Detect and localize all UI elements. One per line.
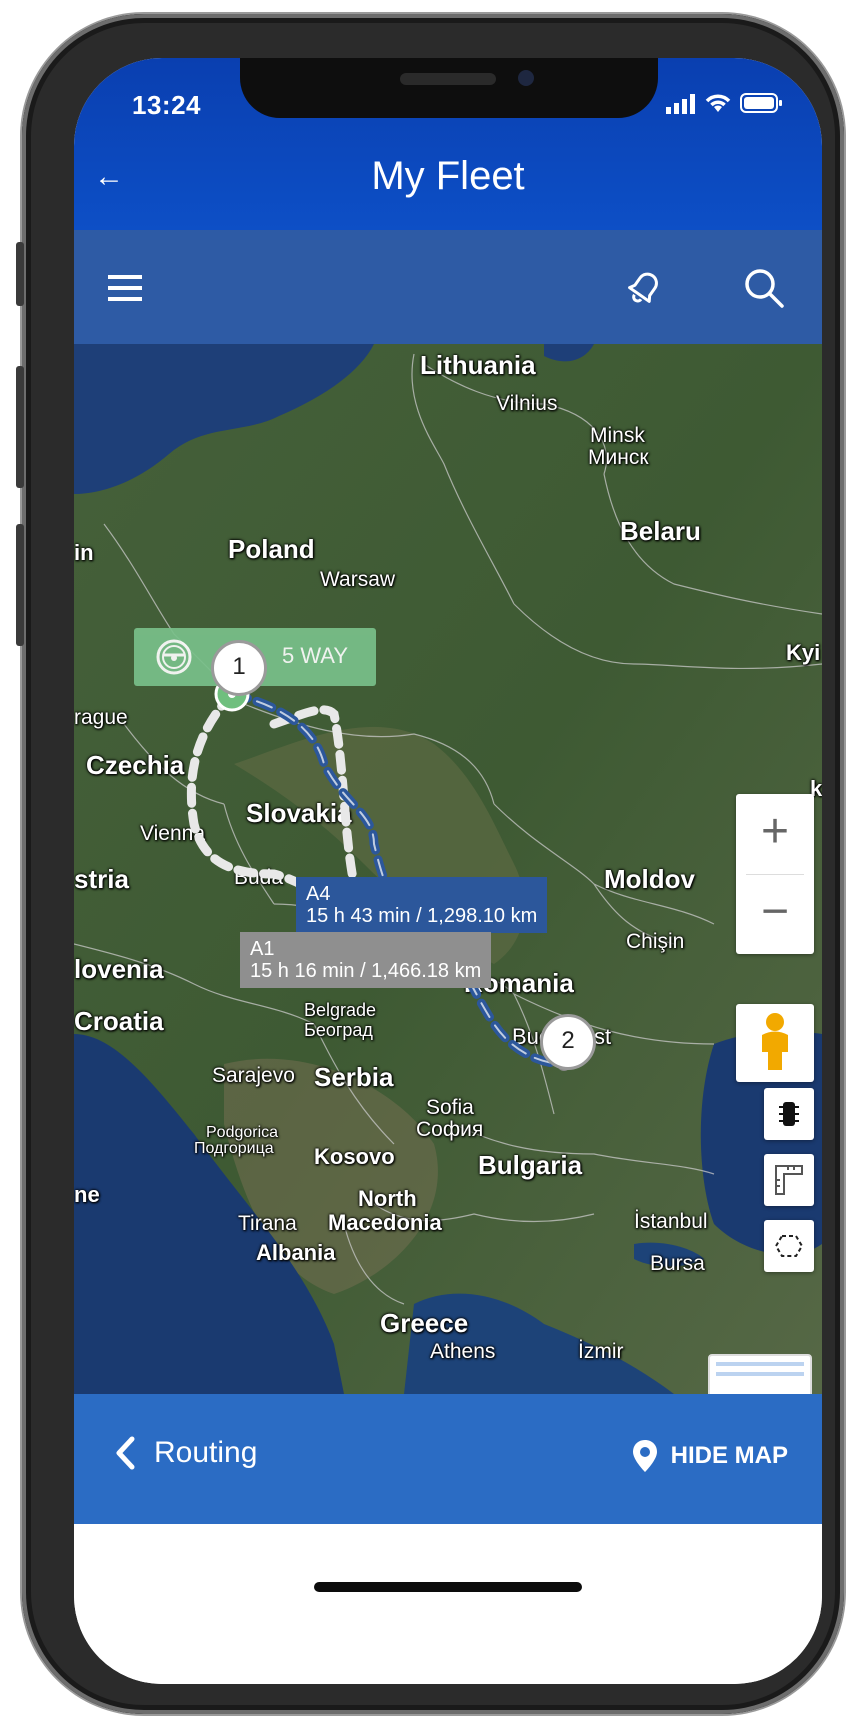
map-label-bursa: Bursa — [650, 1252, 705, 1275]
map-label-kyiv: Kyi — [786, 640, 821, 665]
map-label-belgrade: Belgrade — [304, 1000, 377, 1020]
map-label-chisinau: Chişin — [626, 930, 685, 953]
speaker — [400, 73, 496, 85]
route-a1-tooltip[interactable]: A1 15 h 16 min / 1,466.18 km — [240, 932, 492, 988]
map-label-czechia: Czechia — [86, 750, 185, 780]
map-label-minsk-cyrillic: Минск — [588, 446, 649, 469]
title-row: ← My Fleet — [74, 154, 822, 214]
map-label-vienna: Vienna — [140, 822, 206, 845]
street-view-pegman-icon[interactable] — [736, 1004, 814, 1082]
app-header: 13:24 ← My Fleet — [74, 58, 822, 230]
signal-icon — [666, 94, 695, 114]
map-label-edge-ne: ne — [74, 1182, 100, 1207]
zoom-divider — [746, 874, 804, 875]
page-title: My Fleet — [371, 154, 525, 198]
map-view[interactable]: Lithuania Vilnius Minsk Минск Belaru Pol… — [74, 344, 822, 1394]
bottom-bar: Routing HIDE MAP — [74, 1394, 822, 1524]
location-pin-icon — [632, 1440, 657, 1472]
map-label-croatia: Croatia — [74, 1006, 164, 1036]
status-time: 13:24 — [132, 90, 201, 120]
map-label-moldova: Moldov — [604, 864, 695, 894]
map-label-podgorica-cyrillic: Подгорица — [194, 1140, 274, 1157]
map-label-slovenia: lovenia — [74, 954, 164, 984]
ruler-measure-icon[interactable] — [764, 1154, 814, 1206]
silent-switch — [16, 242, 24, 306]
volume-up-button — [16, 366, 24, 488]
map-label-istanbul: İstanbul — [634, 1210, 708, 1233]
map-label-izmir: İzmir — [578, 1340, 624, 1363]
map-label-albania: Albania — [256, 1240, 336, 1265]
map-label-warsaw: Warsaw — [320, 568, 396, 591]
route-a4-name: A4 — [306, 883, 331, 905]
route-a1-info: 15 h 16 min / 1,466.18 km — [250, 960, 482, 982]
route-a1-name: A1 — [250, 938, 275, 960]
route-a4-tooltip[interactable]: A4 15 h 43 min / 1,298.10 km — [296, 877, 548, 933]
traffic-light-icon[interactable] — [764, 1088, 814, 1140]
hide-map-button[interactable]: HIDE MAP — [632, 1440, 788, 1472]
wifi-icon — [705, 94, 731, 112]
route-start-marker[interactable]: 1 — [211, 640, 267, 696]
zoom-out-button[interactable]: − — [736, 874, 814, 954]
map-label-serbia: Serbia — [314, 1062, 394, 1092]
map-label-sofia-cyrillic: София — [416, 1118, 484, 1141]
status-bar: 13:24 — [74, 58, 822, 120]
zoom-control: + − — [736, 794, 814, 954]
status-icons — [666, 92, 784, 114]
route-a4-info: 15 h 43 min / 1,298.10 km — [306, 905, 538, 927]
notch — [240, 58, 658, 118]
map-label-minsk: Minsk — [590, 424, 645, 447]
map-label-greece: Greece — [380, 1308, 469, 1338]
volume-down-button — [16, 524, 24, 646]
hide-map-label: HIDE MAP — [670, 1442, 788, 1469]
map-label-slovakia: Slovakia — [246, 798, 352, 828]
zoom-in-button[interactable]: + — [736, 794, 814, 874]
map-label-athens: Athens — [430, 1340, 496, 1363]
map-label-vilnius: Vilnius — [496, 392, 558, 415]
toolbar — [74, 230, 822, 344]
map-label-sarajevo: Sarajevo — [212, 1064, 295, 1087]
map-label-lithuania: Lithuania — [420, 350, 536, 380]
map-label-belgrade-cyrillic: Београд — [304, 1020, 373, 1040]
satellite-terrain — [74, 344, 822, 1394]
chevron-left-icon — [116, 1436, 135, 1470]
home-indicator[interactable] — [314, 1582, 582, 1592]
vehicle-label: 5 WAY — [282, 643, 349, 668]
routing-button[interactable]: Routing — [114, 1436, 257, 1470]
bell-icon[interactable] — [620, 264, 668, 312]
map-layers-thumbnail[interactable] — [708, 1354, 812, 1394]
map-label-austria: stria — [74, 864, 129, 894]
map-label-prague: rague — [74, 706, 128, 729]
battery-icon — [740, 93, 782, 113]
hamburger-menu-icon[interactable] — [102, 264, 150, 312]
map-label-belarus: Belaru — [620, 516, 701, 546]
map-label-budapest: Buda — [234, 866, 284, 889]
route-end-marker[interactable]: 2 — [540, 1014, 596, 1070]
map-label-north: North — [358, 1186, 417, 1211]
polygon-draw-icon[interactable] — [764, 1220, 814, 1272]
map-label-tirana: Tirana — [238, 1212, 297, 1235]
steering-wheel-icon — [156, 639, 192, 675]
home-area — [74, 1524, 822, 1684]
screen: 13:24 ← My Fleet Lithuania Vilnius Minsk… — [74, 58, 822, 1684]
map-label-edge-in: in — [74, 540, 94, 565]
routing-label: Routing — [154, 1436, 258, 1469]
search-icon[interactable] — [740, 264, 788, 312]
front-camera — [518, 70, 534, 86]
map-label-sofia: Sofia — [426, 1096, 474, 1119]
map-label-bulgaria: Bulgaria — [478, 1150, 583, 1180]
map-label-poland: Poland — [228, 534, 315, 564]
map-label-kosovo: Kosovo — [314, 1144, 395, 1169]
map-label-macedonia: Macedonia — [328, 1210, 442, 1235]
